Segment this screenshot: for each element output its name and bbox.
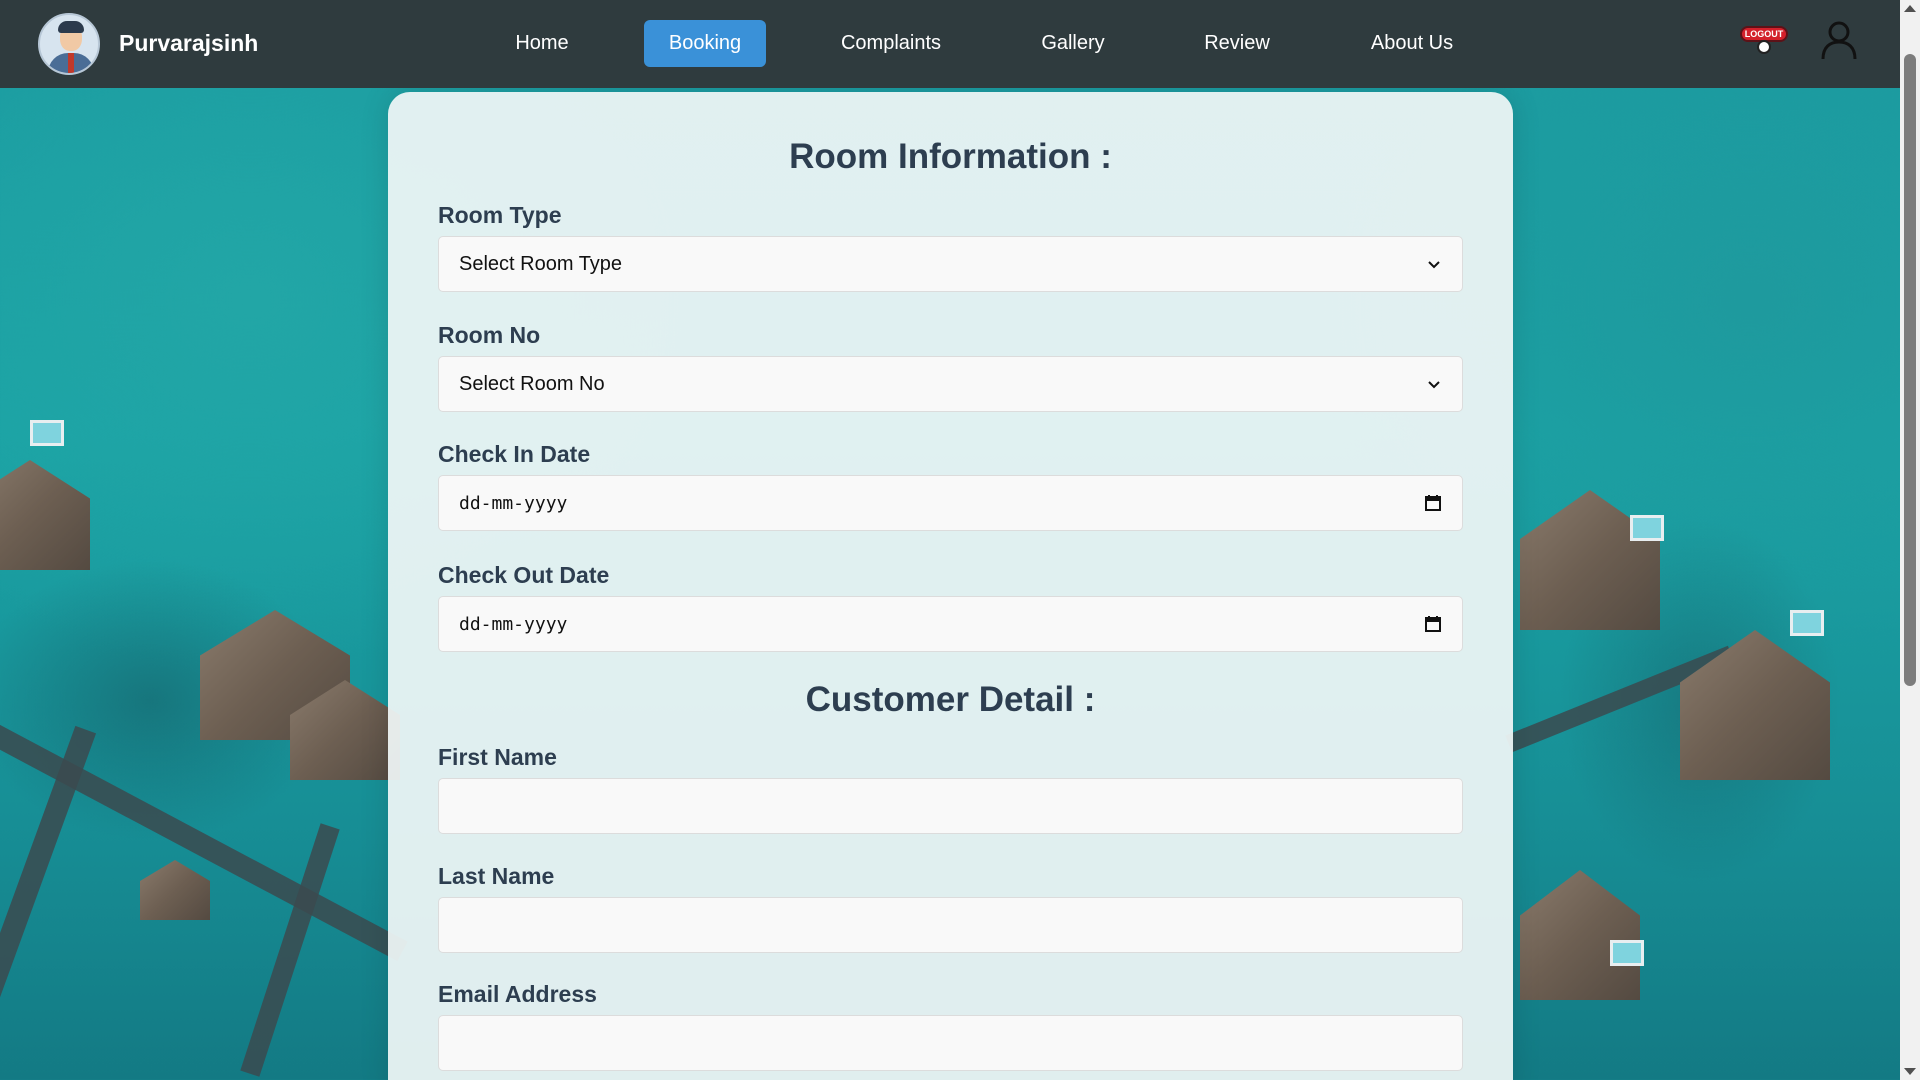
chevron-down-icon	[1428, 381, 1440, 389]
check-out-date-input[interactable]: dd-mm-yyyy	[438, 596, 1463, 652]
calendar-icon[interactable]	[1424, 615, 1442, 633]
customer-detail-heading: Customer Detail :	[805, 680, 1096, 719]
check-out-label: Check Out Date	[438, 562, 610, 588]
first-name-input[interactable]	[438, 778, 1463, 834]
scroll-down-arrow-icon[interactable]	[1904, 1068, 1916, 1075]
room-type-label: Room Type	[438, 202, 562, 228]
check-out-placeholder: dd-mm-yyyy	[459, 613, 568, 635]
chevron-down-icon	[1428, 261, 1440, 269]
logout-icon[interactable]: LOGOUT	[1740, 26, 1790, 56]
first-name-label: First Name	[438, 744, 557, 770]
last-name-label: Last Name	[438, 863, 555, 889]
room-no-selected: Select Room No	[459, 372, 605, 395]
nav-gallery[interactable]: Gallery	[1030, 20, 1116, 67]
nav-review[interactable]: Review	[1192, 20, 1282, 67]
room-no-label: Room No	[438, 322, 541, 348]
main-nav: Home Booking Complaints Gallery Review A…	[0, 0, 1920, 88]
last-name-input[interactable]	[438, 897, 1463, 953]
booking-form-card: Room Information : Room Type Select Room…	[388, 92, 1513, 1080]
calendar-icon[interactable]	[1424, 494, 1442, 512]
check-in-date-input[interactable]: dd-mm-yyyy	[438, 475, 1463, 531]
nav-complaints[interactable]: Complaints	[830, 20, 952, 67]
check-in-label: Check In Date	[438, 441, 591, 467]
room-type-select[interactable]: Select Room Type	[438, 236, 1463, 292]
room-type-selected: Select Room Type	[459, 252, 623, 275]
check-in-placeholder: dd-mm-yyyy	[459, 492, 568, 514]
top-navbar: Purvarajsinh Home Booking Complaints Gal…	[0, 0, 1920, 88]
email-input[interactable]	[438, 1015, 1463, 1071]
room-information-heading: Room Information :	[789, 137, 1112, 176]
user-icon[interactable]	[1820, 20, 1858, 60]
email-label: Email Address	[438, 981, 597, 1007]
scroll-thumb[interactable]	[1904, 54, 1916, 686]
nav-about-us[interactable]: About Us	[1360, 20, 1464, 67]
scroll-up-arrow-icon[interactable]	[1904, 5, 1916, 12]
nav-booking[interactable]: Booking	[644, 20, 766, 67]
room-no-select[interactable]: Select Room No	[438, 356, 1463, 412]
nav-home[interactable]: Home	[500, 20, 584, 67]
page-scrollbar[interactable]	[1900, 0, 1920, 1080]
